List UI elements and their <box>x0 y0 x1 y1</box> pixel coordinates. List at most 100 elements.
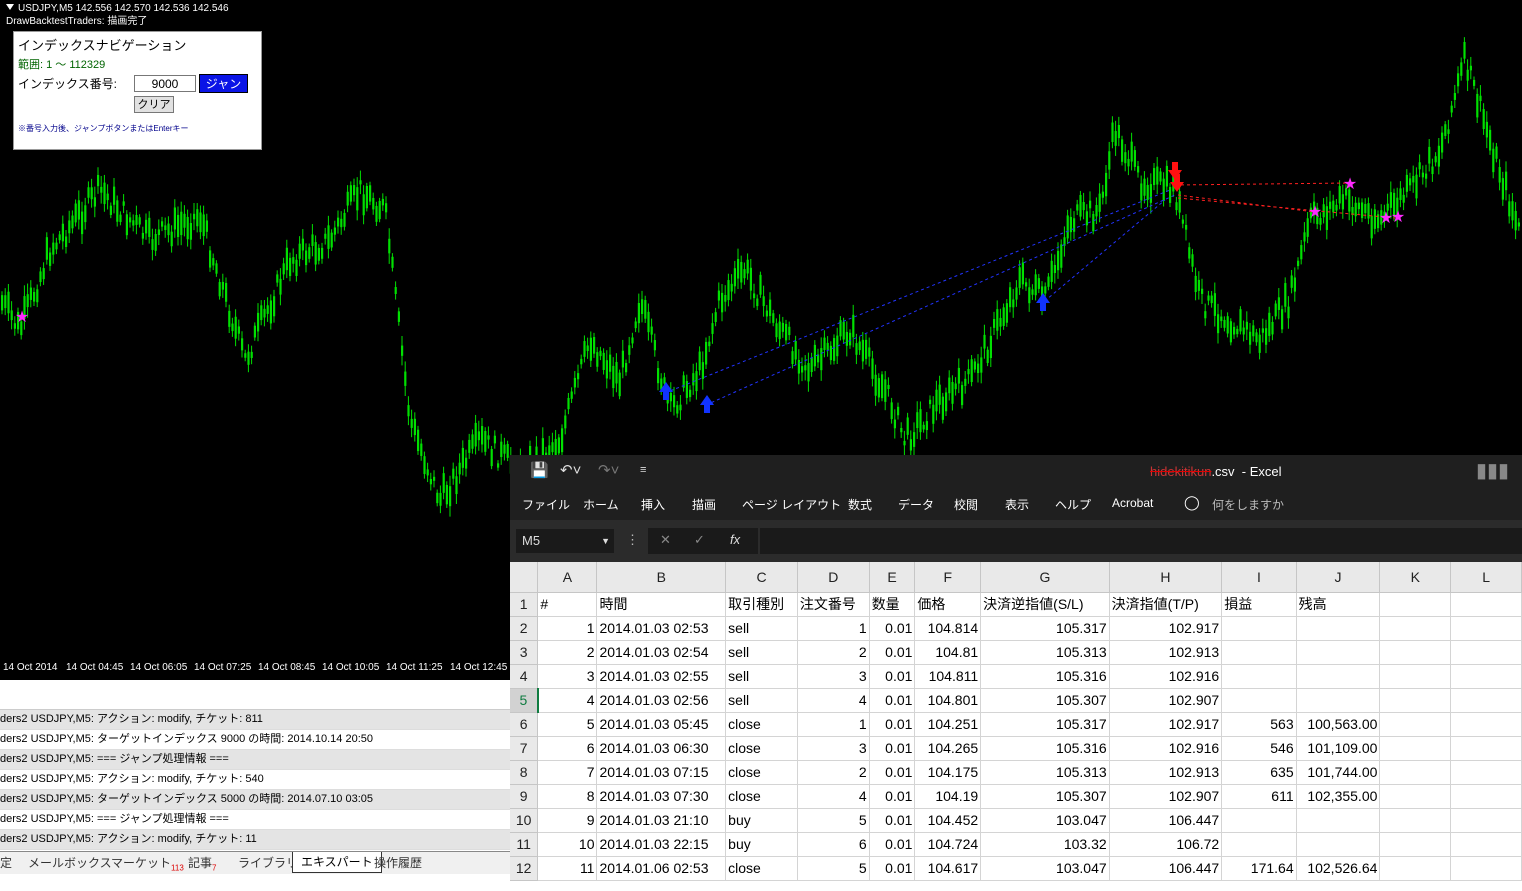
cell[interactable] <box>1379 808 1452 833</box>
cell[interactable]: 104.617 <box>914 856 982 881</box>
chart-menu-triangle-icon[interactable] <box>6 4 14 10</box>
column-header[interactable]: F <box>914 562 982 593</box>
cell[interactable]: 2014.01.03 06:30 <box>596 736 727 761</box>
ribbon-tab-file[interactable]: ファイル <box>522 496 570 513</box>
cell[interactable]: 2014.01.03 07:15 <box>596 760 727 785</box>
cell[interactable]: buy <box>725 832 798 857</box>
cell[interactable]: 価格 <box>914 592 982 617</box>
cancel-icon[interactable]: ✕ <box>660 532 671 548</box>
column-header[interactable]: J <box>1296 562 1381 593</box>
cell[interactable]: 2014.01.03 02:53 <box>596 616 727 641</box>
row-header[interactable]: 12 <box>510 856 539 881</box>
cell[interactable]: buy <box>725 808 798 833</box>
row-header[interactable]: 9 <box>510 784 539 809</box>
cell[interactable]: 5 <box>797 856 870 881</box>
column-header[interactable]: C <box>725 562 798 593</box>
cell[interactable]: 0.01 <box>869 736 916 761</box>
cell[interactable]: 0.01 <box>869 664 916 689</box>
cell[interactable]: 101,109.00 <box>1296 736 1381 761</box>
cell[interactable]: 2014.01.03 05:45 <box>596 712 727 737</box>
cell[interactable] <box>1379 760 1452 785</box>
ribbon-tab-home[interactable]: ホーム <box>583 496 619 513</box>
sheet-table[interactable]: A B C D E F G H I J K L 1 # 時間 取引種別 注文番号 数量 価格 決済逆指値(S/L) 決済… <box>510 562 1522 881</box>
cell[interactable]: # <box>537 592 598 617</box>
cell[interactable]: 106.72 <box>1109 832 1223 857</box>
cell[interactable]: 104.265 <box>914 736 982 761</box>
tab-articles[interactable]: 記事7 <box>188 854 216 872</box>
cell[interactable]: 決済指値(T/P) <box>1109 592 1223 617</box>
cell[interactable]: 106.447 <box>1109 808 1223 833</box>
cell[interactable] <box>1221 616 1297 641</box>
lightbulb-icon[interactable]: ◯ <box>1184 494 1200 511</box>
cell[interactable]: 3 <box>537 664 598 689</box>
cell[interactable] <box>1450 688 1522 713</box>
cell[interactable]: close <box>725 856 798 881</box>
cell[interactable]: 4 <box>797 688 870 713</box>
cell[interactable]: 103.047 <box>980 808 1110 833</box>
cell[interactable]: 104.801 <box>914 688 982 713</box>
cell[interactable]: 0.01 <box>869 856 916 881</box>
cell[interactable] <box>1450 616 1522 641</box>
tab-mailbox[interactable]: メールボックス <box>28 854 112 871</box>
row-header[interactable]: 3 <box>510 640 539 665</box>
cell[interactable]: 1 <box>797 712 870 737</box>
cell[interactable] <box>1450 808 1522 833</box>
cell[interactable]: 102.907 <box>1109 688 1223 713</box>
ribbon-tab-formulas[interactable]: 数式 <box>848 496 872 513</box>
column-header[interactable]: H <box>1109 562 1223 593</box>
cell[interactable]: 103.32 <box>980 832 1110 857</box>
cell[interactable] <box>1221 664 1297 689</box>
cell[interactable]: 102.916 <box>1109 664 1223 689</box>
log-row[interactable]: ders2 USDJPY,M5: アクション: modify, チケット: 11 <box>0 830 512 850</box>
ribbon-tab-data[interactable]: データ <box>898 496 934 513</box>
cell[interactable]: 105.313 <box>980 640 1110 665</box>
cell[interactable]: 4 <box>537 688 598 713</box>
cell[interactable]: 7 <box>537 760 598 785</box>
cell[interactable] <box>1450 736 1522 761</box>
tab-library[interactable]: ライブラリ <box>238 854 298 871</box>
cell[interactable]: 104.251 <box>914 712 982 737</box>
cell[interactable]: 注文番号 <box>797 592 870 617</box>
tab-history[interactable]: 操作履歴 <box>374 854 422 871</box>
ribbon-tab-page-layout[interactable]: ページ レイアウト <box>742 496 841 513</box>
index-input[interactable]: 9000 <box>134 75 196 92</box>
log-row[interactable]: ders2 USDJPY,M5: === ジャンプ処理情報 === <box>0 750 512 770</box>
cell[interactable]: 105.316 <box>980 664 1110 689</box>
cell[interactable]: 102,526.64 <box>1296 856 1381 881</box>
tab-market[interactable]: マーケット113 <box>111 854 184 872</box>
more-options-icon[interactable]: ⋮ <box>626 532 639 548</box>
row-header[interactable]: 2 <box>510 616 539 641</box>
formula-input[interactable] <box>760 528 1522 554</box>
ribbon-tab-draw[interactable]: 描画 <box>692 496 716 513</box>
cell[interactable]: 635 <box>1221 760 1297 785</box>
column-header[interactable]: D <box>797 562 870 593</box>
column-header[interactable]: B <box>596 562 727 593</box>
cell[interactable]: 取引種別 <box>725 592 798 617</box>
column-header[interactable]: G <box>980 562 1110 593</box>
redo-icon[interactable]: ↷˅ <box>598 461 619 479</box>
insert-function-icon[interactable]: fx <box>730 532 740 547</box>
tab-expert[interactable]: エキスパート <box>292 852 382 873</box>
cell[interactable]: close <box>725 712 798 737</box>
column-header[interactable]: K <box>1379 562 1452 593</box>
cell[interactable]: 101,744.00 <box>1296 760 1381 785</box>
cell[interactable] <box>1221 832 1297 857</box>
cell[interactable] <box>1379 616 1452 641</box>
cell[interactable]: 5 <box>537 712 598 737</box>
cell[interactable] <box>1379 736 1452 761</box>
cell[interactable]: 100,563.00 <box>1296 712 1381 737</box>
row-header[interactable]: 4 <box>510 664 539 689</box>
spreadsheet-grid[interactable]: A B C D E F G H I J K L 1 # 時間 取引種別 注文番号 数量 価格 決済逆指値(S/L) 決済… <box>510 562 1522 881</box>
cell[interactable] <box>1450 664 1522 689</box>
cell[interactable] <box>1450 760 1522 785</box>
cell[interactable]: 2 <box>797 640 870 665</box>
clear-button[interactable]: クリア <box>134 96 174 113</box>
cell[interactable]: 104.814 <box>914 616 982 641</box>
cell[interactable]: 611 <box>1221 784 1297 809</box>
cell[interactable] <box>1450 856 1522 881</box>
cell[interactable]: sell <box>725 640 798 665</box>
cell[interactable]: 1 <box>797 616 870 641</box>
cell[interactable]: close <box>725 760 798 785</box>
cell[interactable] <box>1221 688 1297 713</box>
cell[interactable]: 残高 <box>1296 592 1381 617</box>
